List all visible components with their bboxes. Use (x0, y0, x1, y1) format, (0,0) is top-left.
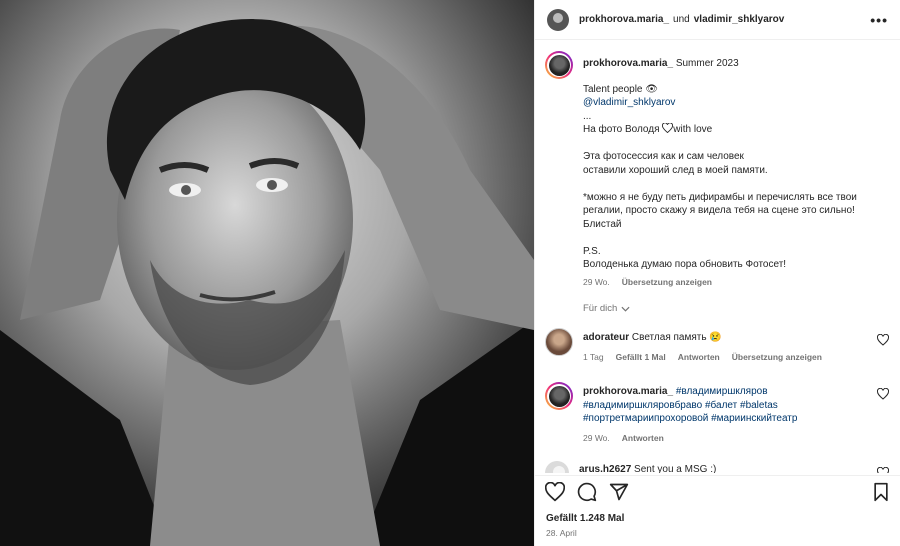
caption-avatar[interactable] (545, 51, 573, 79)
fuer-dich-label: Für dich (583, 303, 618, 314)
caption-title: Summer 2023 (675, 58, 739, 69)
caption-time[interactable]: 29 Wo. (583, 276, 610, 290)
header-usernames: prokhorova.maria_ und vladimir_shklyarov (579, 14, 870, 25)
heart-outline-icon (662, 122, 674, 134)
comment-text: Sent you a MSG :) (634, 464, 717, 473)
caption-line: ... (583, 110, 592, 122)
comment-time[interactable]: 29 Wo. (583, 432, 610, 446)
caption-line: оставили хороший след в моей памяти. (583, 164, 768, 176)
post-photo[interactable] (0, 0, 534, 546)
comment-meta: 1 Tag Gefällt 1 Mal Antworten Übersetzun… (583, 351, 869, 365)
caption-line: Talent people 👁 (583, 83, 658, 95)
header-und: und (673, 14, 690, 25)
bookmark-icon[interactable] (871, 482, 891, 502)
caption-line: Эта фотосессия как и сам человек (583, 151, 744, 162)
translate-button[interactable]: Übersetzung anzeigen (622, 276, 712, 290)
comment-hashtags[interactable]: #владимиршкляровбраво #балет #baletas (583, 399, 869, 413)
comment-icon[interactable] (577, 482, 597, 502)
action-bar (535, 475, 900, 507)
post-header: prokhorova.maria_ und vladimir_shklyarov… (535, 0, 900, 40)
comment-text: Светлая память 😢 (631, 332, 722, 343)
chevron-down-icon (621, 306, 630, 312)
portrait-image (0, 0, 534, 546)
caption-line: Блистай (583, 218, 622, 230)
caption-gap (583, 137, 889, 151)
caption-gap (583, 231, 889, 245)
comment-meta: 29 Wo. Antworten (583, 432, 869, 446)
caption-line-text: На фото Володя (583, 124, 663, 135)
caption-line-heart: На фото Володя with love (583, 122, 889, 137)
post-panel: prokhorova.maria_ und vladimir_shklyarov… (534, 0, 900, 546)
comment-username[interactable]: arus.h2627 (579, 464, 631, 473)
caption: prokhorova.maria_ Summer 2023 Talent peo… (545, 51, 889, 289)
reply-button[interactable]: Antworten (622, 432, 664, 446)
heart-icon[interactable] (877, 388, 889, 400)
reply-button[interactable]: Antworten (678, 351, 720, 365)
fuer-dich-toggle[interactable]: Für dich (583, 303, 889, 314)
comment-avatar[interactable] (545, 461, 569, 473)
comment-avatar[interactable] (545, 328, 573, 356)
caption-line: регалии, просто скажу я видела тебя на с… (583, 205, 855, 216)
comment: arus.h2627 Sent you a MSG :) (545, 461, 889, 473)
comment: adorateur Светлая память 😢 1 Tag Gefällt… (545, 328, 889, 364)
share-icon[interactable] (609, 482, 629, 502)
caption-line: P.S. (583, 245, 601, 257)
comment-hashtags[interactable]: #портретмариипрохоровой #мариинскийтеатр (583, 412, 869, 426)
likes-count[interactable]: Gefällt 1.248 Mal (546, 513, 624, 524)
heart-icon[interactable] (877, 467, 889, 473)
comment-likes[interactable]: Gefällt 1 Mal (616, 351, 666, 365)
caption-username[interactable]: prokhorova.maria_ (583, 58, 673, 69)
header-user2[interactable]: vladimir_shklyarov (694, 14, 785, 25)
caption-heart-suffix: with love (673, 124, 713, 135)
translate-button[interactable]: Übersetzung anzeigen (732, 351, 822, 365)
caption-gap (583, 177, 889, 191)
caption-meta: 29 Wo. Übersetzung anzeigen (583, 276, 889, 290)
comment-time[interactable]: 1 Tag (583, 351, 604, 365)
comment-username[interactable]: adorateur (583, 332, 629, 343)
comment-avatar[interactable] (545, 382, 573, 410)
caption-mention[interactable]: @vladimir_shklyarov (583, 96, 889, 110)
comment-hashtags[interactable]: #владимиршкляров (676, 386, 768, 397)
header-avatar[interactable] (547, 8, 569, 31)
comment-username[interactable]: prokhorova.maria_ (583, 386, 673, 397)
header-user1[interactable]: prokhorova.maria_ (579, 14, 669, 25)
caption-line: Володенька думаю пора обновить Фотосет! (583, 259, 787, 270)
comments-scroll[interactable]: prokhorova.maria_ Summer 2023 Talent peo… (535, 41, 900, 473)
heart-icon[interactable] (545, 481, 565, 502)
post-date: 28. April (546, 528, 577, 538)
more-horizontal-icon[interactable]: ••• (870, 12, 888, 28)
heart-icon[interactable] (877, 334, 889, 346)
comment: prokhorova.maria_ #владимиршкляров #влад… (545, 382, 889, 445)
caption-line: *можно я не буду петь дифирамбы и перечи… (583, 191, 857, 203)
